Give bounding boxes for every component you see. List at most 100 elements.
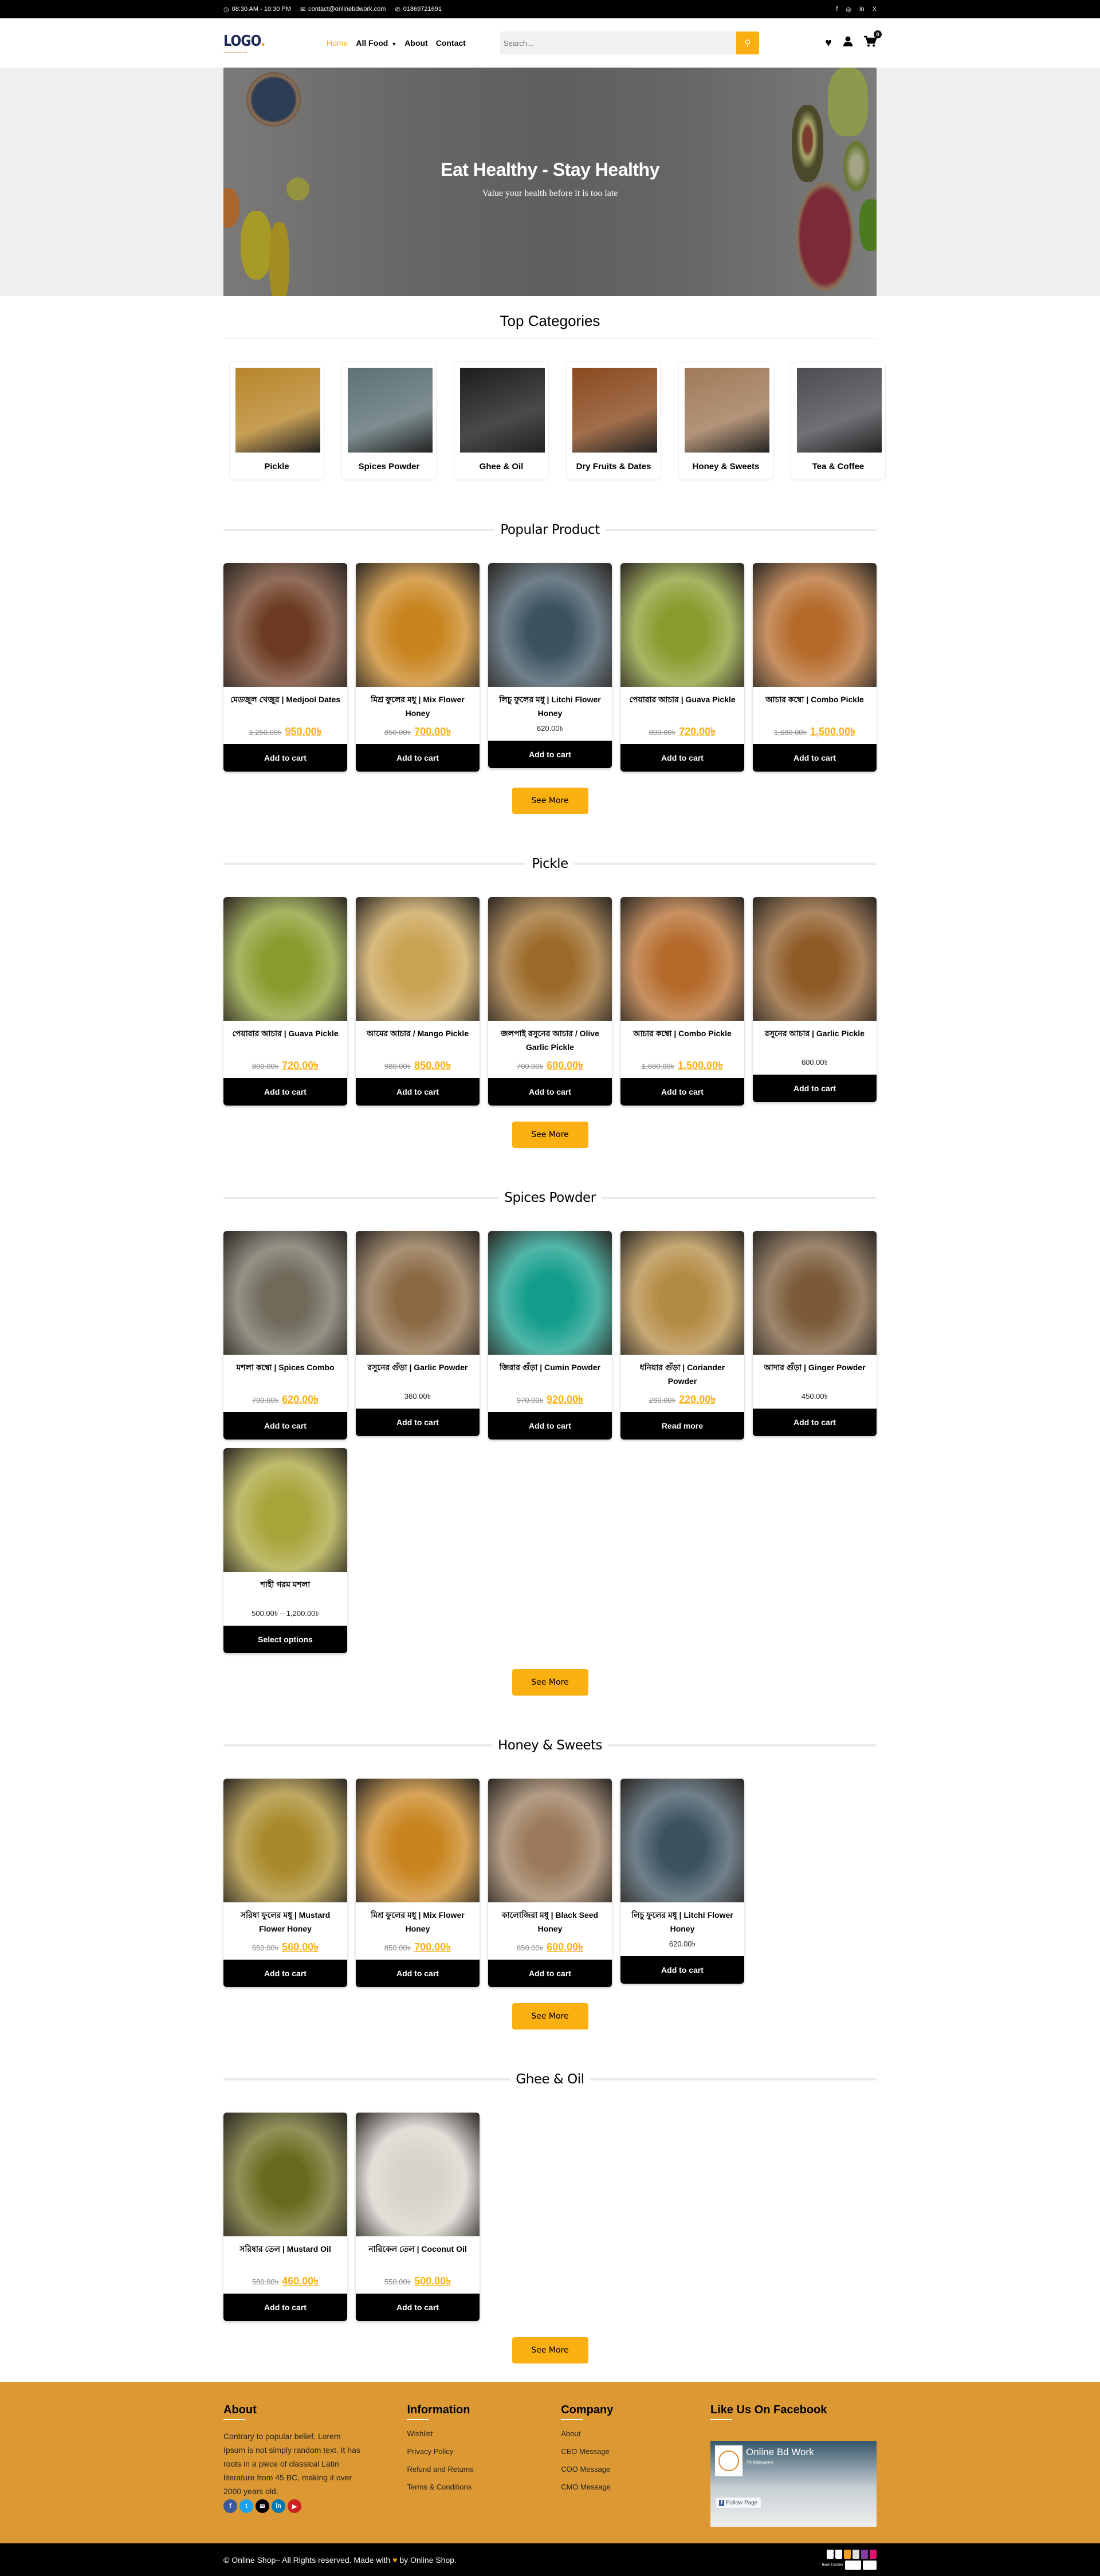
add-to-cart-button[interactable]: Add to cart bbox=[223, 2294, 347, 2321]
see-more-button[interactable]: See More bbox=[512, 788, 588, 814]
add-to-cart-button[interactable]: Add to cart bbox=[753, 1075, 877, 1102]
product-image[interactable] bbox=[223, 897, 347, 1021]
youtube-icon[interactable]: ▶ bbox=[288, 2499, 301, 2513]
product-image[interactable] bbox=[356, 1779, 480, 1902]
see-more-button[interactable]: See More bbox=[512, 2337, 588, 2363]
facebook-page-widget[interactable]: Online Bd Work 29 followers f Follow Page bbox=[710, 2441, 877, 2527]
category-card[interactable]: Spices Powder bbox=[341, 361, 437, 480]
add-to-cart-button[interactable]: Add to cart bbox=[356, 2294, 480, 2321]
footer-information-link[interactable]: Refund and Returns bbox=[407, 2465, 561, 2473]
footer-information-link[interactable]: Terms & Conditions bbox=[407, 2483, 561, 2491]
product-name[interactable]: জলপাই রসুনের আচার / Olive Garlic Pickle bbox=[488, 1021, 612, 1054]
product-image[interactable] bbox=[488, 1779, 612, 1902]
product-image[interactable] bbox=[356, 563, 480, 687]
product-image[interactable] bbox=[488, 1231, 612, 1355]
add-to-cart-button[interactable]: Add to cart bbox=[620, 1956, 744, 1984]
product-name[interactable]: আচার কম্বো | Combo Pickle bbox=[753, 687, 877, 720]
product-name[interactable]: পেয়ারার আচার | Guava Pickle bbox=[223, 1021, 347, 1054]
nav-about[interactable]: About bbox=[404, 38, 427, 48]
product-image[interactable] bbox=[356, 2113, 480, 2236]
add-to-cart-button[interactable]: Add to cart bbox=[488, 1960, 612, 1987]
linkedin-icon[interactable]: in bbox=[272, 2499, 285, 2513]
product-name[interactable]: রসুনের আচার | Garlic Pickle bbox=[753, 1021, 877, 1054]
facebook-icon[interactable]: f bbox=[836, 6, 838, 13]
product-image[interactable] bbox=[620, 1779, 744, 1902]
nav-contact[interactable]: Contact bbox=[436, 38, 466, 48]
product-name[interactable]: কালোজিরা মধু | Black Seed Honey bbox=[488, 1902, 612, 1936]
nav-home[interactable]: Home bbox=[327, 38, 348, 48]
add-to-cart-button[interactable]: Add to cart bbox=[488, 1078, 612, 1106]
account-user-icon[interactable] bbox=[843, 36, 852, 50]
product-image[interactable] bbox=[223, 1231, 347, 1355]
add-to-cart-button[interactable]: Add to cart bbox=[620, 1078, 744, 1106]
product-image[interactable] bbox=[753, 1231, 877, 1355]
add-to-cart-button[interactable]: Add to cart bbox=[223, 744, 347, 772]
add-to-cart-button[interactable]: Add to cart bbox=[356, 1409, 480, 1436]
product-image[interactable] bbox=[356, 1231, 480, 1355]
facebook-icon[interactable]: f bbox=[223, 2499, 237, 2513]
product-image[interactable] bbox=[223, 1448, 347, 1572]
search-input[interactable] bbox=[500, 32, 736, 54]
add-to-cart-button[interactable]: Add to cart bbox=[356, 1960, 480, 1987]
product-image[interactable] bbox=[488, 897, 612, 1021]
product-name[interactable]: মিশ্র ফুলের মধু | Mix Flower Honey bbox=[356, 1902, 480, 1936]
category-card[interactable]: Dry Fruits & Dates bbox=[566, 361, 661, 480]
product-name[interactable]: মিশ্র ফুলের মধু | Mix Flower Honey bbox=[356, 687, 480, 720]
product-name[interactable]: পেয়ারার আচার | Guava Pickle bbox=[620, 687, 744, 720]
product-name[interactable]: সরিষা ফুলের মধু | Mustard Flower Honey bbox=[223, 1902, 347, 1936]
product-name[interactable]: ধনিয়ার গুঁড়া | Coriander Powder bbox=[620, 1355, 744, 1388]
product-name[interactable]: নারিকেল তেল | Coconut Oil bbox=[356, 2236, 480, 2270]
add-to-cart-button[interactable]: Add to cart bbox=[488, 1412, 612, 1440]
product-image[interactable] bbox=[753, 897, 877, 1021]
product-name[interactable]: মশলা কম্বো | Spices Combo bbox=[223, 1355, 347, 1388]
cart-button[interactable]: 0 bbox=[864, 30, 882, 50]
footer-information-link[interactable]: Privacy Policy bbox=[407, 2447, 561, 2456]
facebook-page-name[interactable]: Online Bd Work bbox=[746, 2447, 814, 2458]
product-name[interactable]: সরিষার তেল | Mustard Oil bbox=[223, 2236, 347, 2270]
product-name[interactable]: আমের আচার / Mango Pickle bbox=[356, 1021, 480, 1054]
product-name[interactable]: আদার গুঁড়া | Ginger Powder bbox=[753, 1355, 877, 1388]
category-card[interactable]: Ghee & Oil bbox=[454, 361, 549, 480]
product-name[interactable]: শাহী গরম মশলা bbox=[223, 1572, 347, 1605]
add-to-cart-button[interactable]: Add to cart bbox=[620, 744, 744, 772]
contact-email[interactable]: ✉ contact@onlinebdwork.com bbox=[300, 6, 386, 13]
instagram-icon[interactable]: ◎ bbox=[846, 6, 851, 13]
footer-company-link[interactable]: CEO Message bbox=[561, 2447, 710, 2456]
add-to-cart-button[interactable]: Add to cart bbox=[488, 741, 612, 768]
footer-information-link[interactable]: Wishlist bbox=[407, 2429, 561, 2438]
x-twitter-icon[interactable]: X bbox=[873, 6, 877, 13]
select-options-button[interactable]: Select options bbox=[223, 1626, 347, 1653]
read-more-button[interactable]: Read more bbox=[620, 1412, 744, 1440]
see-more-button[interactable]: See More bbox=[512, 2003, 588, 2030]
see-more-button[interactable]: See More bbox=[512, 1122, 588, 1148]
add-to-cart-button[interactable]: Add to cart bbox=[356, 744, 480, 772]
product-image[interactable] bbox=[620, 563, 744, 687]
product-name[interactable]: আচার কম্বো | Combo Pickle bbox=[620, 1021, 744, 1054]
add-to-cart-button[interactable]: Add to cart bbox=[223, 1412, 347, 1440]
add-to-cart-button[interactable]: Add to cart bbox=[753, 1409, 877, 1436]
see-more-button[interactable]: See More bbox=[512, 1669, 588, 1696]
product-image[interactable] bbox=[753, 563, 877, 687]
product-image[interactable] bbox=[223, 563, 347, 687]
wishlist-heart-icon[interactable]: ♥ bbox=[825, 37, 832, 50]
category-card[interactable]: Tea & Coffee bbox=[791, 361, 886, 480]
add-to-cart-button[interactable]: Add to cart bbox=[753, 744, 877, 772]
footer-company-link[interactable]: About bbox=[561, 2429, 710, 2438]
contact-phone[interactable]: ✆ 01869721691 bbox=[395, 6, 442, 13]
product-name[interactable]: রসুনের গুঁড়া | Garlic Powder bbox=[356, 1355, 480, 1388]
add-to-cart-button[interactable]: Add to cart bbox=[223, 1960, 347, 1987]
twitter-icon[interactable]: t bbox=[239, 2499, 253, 2513]
product-image[interactable] bbox=[223, 1779, 347, 1902]
footer-company-link[interactable]: COO Message bbox=[561, 2465, 710, 2473]
linkedin-icon[interactable]: in bbox=[859, 6, 865, 13]
footer-company-link[interactable]: CMO Message bbox=[561, 2483, 710, 2491]
product-image[interactable] bbox=[620, 897, 744, 1021]
search-button[interactable]: ⚲ bbox=[736, 32, 759, 54]
nav-all-food[interactable]: All Food ▼ bbox=[356, 38, 396, 48]
category-card[interactable]: Honey & Sweets bbox=[678, 361, 773, 480]
product-image[interactable] bbox=[223, 2113, 347, 2236]
product-name[interactable]: লিচু ফুলের মধু | Litchi Flower Honey bbox=[488, 687, 612, 720]
logo[interactable]: LOGO. www.onlinebdwork.com bbox=[223, 33, 274, 54]
facebook-follow-button[interactable]: f Follow Page bbox=[714, 2497, 762, 2509]
add-to-cart-button[interactable]: Add to cart bbox=[356, 1078, 480, 1106]
